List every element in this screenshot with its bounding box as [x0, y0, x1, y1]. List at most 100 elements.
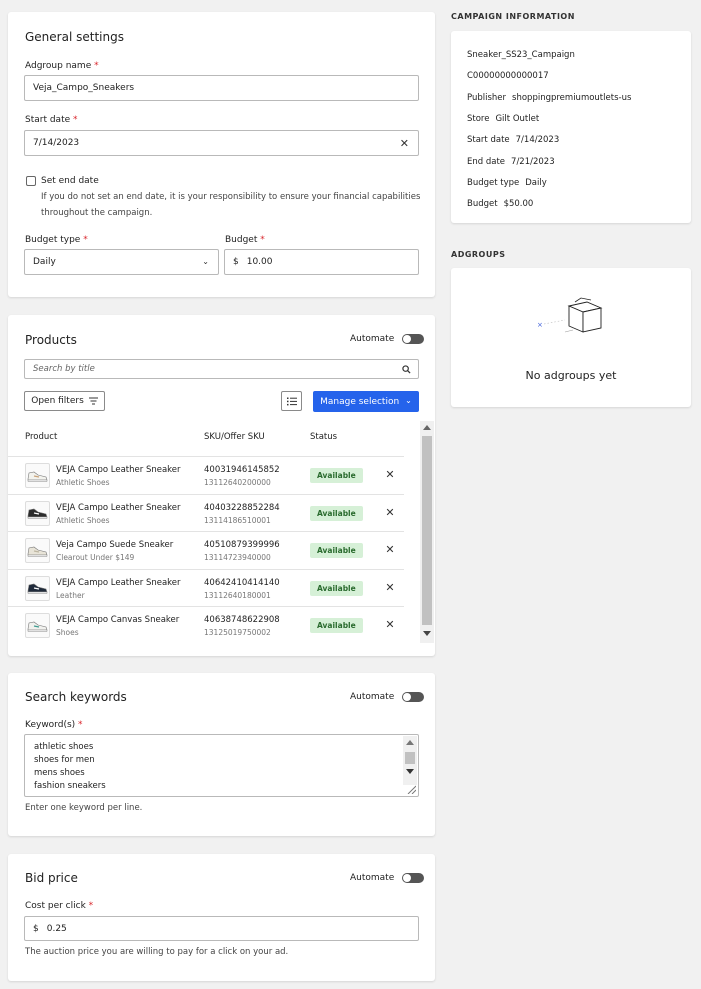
- product-category: Shoes: [56, 628, 79, 638]
- start-date-label: Start date *: [25, 115, 78, 125]
- svg-text:×: ×: [537, 321, 543, 329]
- budget-type-value: Daily: [33, 257, 56, 267]
- product-name: VEJA Campo Canvas Sneaker: [56, 615, 180, 626]
- keywords-card: Search keywords Automate Keyword(s) * at…: [8, 673, 435, 836]
- scroll-up-arrow-icon[interactable]: [423, 425, 431, 430]
- budget-input[interactable]: $ 10.00: [224, 249, 419, 275]
- product-name: VEJA Campo Leather Sneaker: [56, 577, 181, 588]
- search-icon: [402, 365, 411, 374]
- cost-per-click-label: Cost per click *: [25, 901, 94, 911]
- list-icon: [286, 397, 297, 405]
- product-offer-sku: 13125019750002: [204, 628, 271, 638]
- scroll-up-arrow-icon[interactable]: [406, 740, 414, 745]
- col-header-status: Status: [310, 432, 338, 442]
- cost-per-click-input[interactable]: $ 0.25: [24, 916, 419, 941]
- product-name: Veja Campo Suede Sneaker: [56, 540, 174, 551]
- remove-product-icon[interactable]: ✕: [384, 506, 396, 519]
- col-header-sku: SKU/Offer SKU: [204, 432, 265, 442]
- adgroup-name-input[interactable]: Veja_Campo_Sneakers: [24, 75, 419, 101]
- bid-automate[interactable]: Automate: [350, 873, 425, 883]
- shoe-image-icon: [27, 508, 48, 519]
- keyword-line: mens shoes: [34, 768, 85, 778]
- keywords-textarea[interactable]: athletic shoes shoes for men mens shoes …: [24, 734, 419, 797]
- remove-product-icon[interactable]: ✕: [384, 468, 396, 481]
- remove-product-icon[interactable]: ✕: [384, 581, 396, 594]
- scroll-down-arrow-icon[interactable]: [423, 631, 431, 636]
- product-category: Athletic Shoes: [56, 515, 110, 525]
- product-search-input[interactable]: Search by title: [24, 359, 419, 379]
- budget-type-select[interactable]: Daily ⌄: [24, 249, 219, 275]
- campaign-store: Store Gilt Outlet: [467, 114, 540, 124]
- products-automate-label: Automate: [350, 334, 395, 344]
- status-badge: Available: [310, 580, 363, 596]
- adgroup-name-label: Adgroup name *: [25, 61, 99, 71]
- product-offer-sku: 13114723940000: [204, 553, 271, 563]
- bid-automate-toggle[interactable]: [402, 873, 425, 883]
- table-row: VEJA Campo Leather Sneaker Athletic Shoes…: [8, 456, 404, 493]
- open-filters-button[interactable]: Open filters: [24, 391, 105, 411]
- bid-hint: The auction price you are willing to pay…: [25, 947, 289, 957]
- product-rows: VEJA Campo Leather Sneaker Athletic Shoes…: [8, 456, 420, 647]
- start-date-input[interactable]: 7/14/2023 ✕: [24, 130, 419, 156]
- table-scrollbar[interactable]: [420, 421, 434, 643]
- product-name: VEJA Campo Leather Sneaker: [56, 465, 181, 475]
- campaign-info-heading: CAMPAIGN INFORMATION: [451, 12, 575, 21]
- textarea-scrollbar[interactable]: [403, 736, 417, 785]
- keywords-automate[interactable]: Automate: [350, 692, 425, 702]
- status-badge: Available: [310, 468, 363, 483]
- campaign-budget-type: Budget type Daily: [467, 178, 547, 188]
- scrollbar-thumb[interactable]: [405, 752, 415, 764]
- products-title: Products: [25, 333, 77, 347]
- col-header-product: Product: [25, 432, 58, 442]
- product-offer-sku: 13114186510001: [204, 515, 271, 525]
- status-badge: Available: [310, 618, 363, 634]
- chevron-down-icon: ⌄: [405, 395, 412, 405]
- bid-card: Bid price Automate Cost per click * $ 0.…: [8, 854, 435, 981]
- keywords-automate-toggle[interactable]: [402, 692, 425, 702]
- table-row: VEJA Campo Leather Sneaker Athletic Shoes…: [8, 493, 404, 531]
- remove-product-icon[interactable]: ✕: [384, 543, 396, 556]
- keyword-line: shoes for men: [34, 755, 95, 765]
- products-automate[interactable]: Automate: [350, 334, 425, 344]
- set-end-date-checkbox[interactable]: [26, 176, 36, 186]
- product-thumbnail: [25, 500, 50, 526]
- filter-icon: [88, 397, 98, 405]
- product-sku: 40510879399996: [204, 540, 280, 551]
- adgroup-name-value: Veja_Campo_Sneakers: [33, 83, 135, 93]
- clear-date-icon[interactable]: ✕: [400, 137, 409, 150]
- shoe-image-icon: [27, 546, 48, 557]
- scrollbar-thumb[interactable]: [422, 436, 432, 625]
- product-sku: 40642410414140: [204, 577, 280, 588]
- end-date-hint-line2: throughout the campaign.: [41, 208, 153, 218]
- product-thumbnail: [25, 613, 50, 639]
- table-row: Veja Campo Suede Sneaker Clearout Under $…: [8, 531, 404, 568]
- products-table: Product SKU/Offer SKU Status VEJA Campo …: [8, 421, 435, 647]
- table-row: VEJA Campo Canvas Sneaker Shoes 4063874862…: [8, 606, 404, 643]
- list-view-button[interactable]: [281, 391, 302, 411]
- general-settings-title: General settings: [25, 30, 124, 44]
- resize-handle-icon[interactable]: [406, 784, 416, 794]
- bid-currency: $: [33, 923, 39, 934]
- scroll-down-arrow-icon[interactable]: [406, 769, 414, 774]
- product-category: Leather: [56, 590, 85, 600]
- adgroups-heading: ADGROUPS: [451, 250, 506, 259]
- open-filters-label: Open filters: [31, 396, 84, 406]
- campaign-end-date: End date 7/21/2023: [467, 157, 555, 167]
- status-badge: Available: [310, 543, 363, 559]
- budget-label: Budget *: [225, 235, 265, 245]
- campaign-start-date: Start date 7/14/2023: [467, 135, 560, 145]
- chevron-down-icon: ⌄: [202, 257, 209, 266]
- manage-selection-button[interactable]: Manage selection ⌄: [313, 391, 419, 412]
- status-badge: Available: [310, 505, 363, 521]
- start-date-value: 7/14/2023: [33, 138, 80, 148]
- manage-selection-label: Manage selection: [320, 396, 400, 407]
- campaign-budget: Budget $50.00: [467, 199, 534, 209]
- table-row: VEJA Campo Leather Sneaker Leather 4064241…: [8, 568, 404, 606]
- set-end-date-label: Set end date: [41, 176, 99, 186]
- product-sku: 40403228852284: [204, 502, 280, 513]
- products-automate-toggle[interactable]: [402, 334, 425, 344]
- end-date-hint-line1: If you do not set an end date, it is you…: [41, 192, 421, 202]
- product-category: Athletic Shoes: [56, 478, 110, 487]
- keywords-automate-label: Automate: [350, 692, 395, 702]
- remove-product-icon[interactable]: ✕: [384, 618, 396, 631]
